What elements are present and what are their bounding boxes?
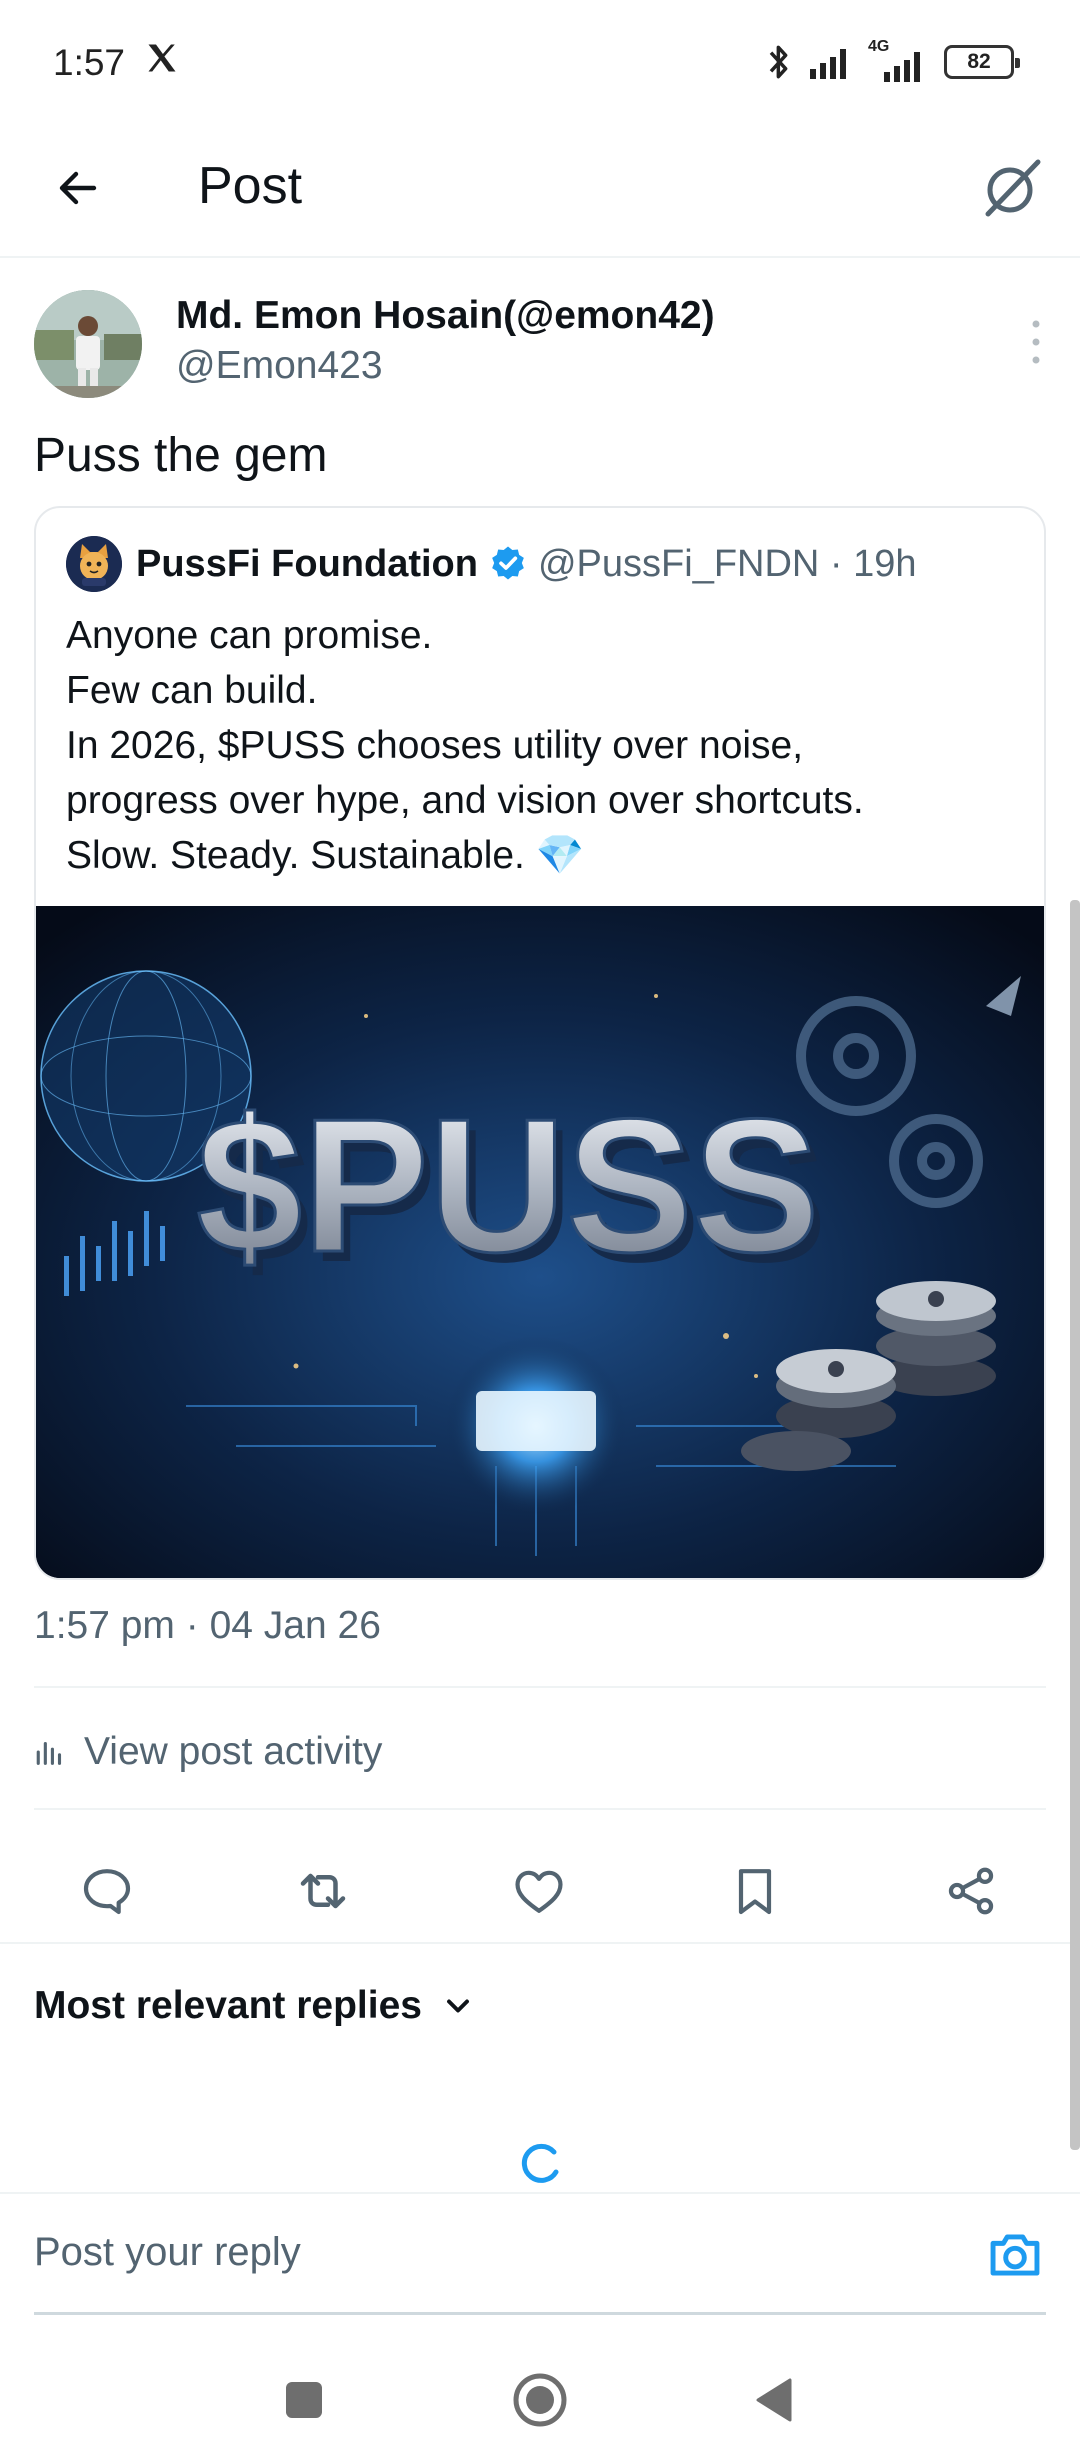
page-title: Post	[198, 157, 303, 215]
back-arrow-icon	[59, 171, 97, 205]
reply-composer: Post your reply	[0, 2192, 1080, 2318]
status-icons: 4G 82	[764, 38, 1020, 82]
grok-button[interactable]	[978, 154, 1046, 222]
status-bar: 1:57 4G 82	[0, 0, 1080, 128]
system-nav-bar	[0, 2340, 1080, 2460]
scrollbar[interactable]	[1070, 900, 1080, 2150]
quoted-post[interactable]: PussFi Foundation @PussFi_FNDN · 19h Any…	[34, 506, 1046, 1580]
signal-icon	[810, 49, 846, 79]
share-button[interactable]	[938, 1858, 1004, 1924]
post-actions	[0, 1836, 1080, 1946]
back-button[interactable]	[48, 158, 108, 218]
author-handle[interactable]: @Emon423	[176, 344, 383, 388]
quoted-avatar	[66, 536, 122, 592]
post-text: Puss the gem	[34, 429, 328, 482]
quoted-handle-time: @PussFi_FNDN · 19h	[537, 542, 917, 585]
quoted-line: Slow. Steady. Sustainable. 💎	[66, 834, 585, 877]
status-time: 1:57	[53, 42, 126, 83]
battery-icon: 82	[944, 45, 1020, 79]
more-options-button[interactable]	[1026, 312, 1046, 372]
analytics-icon	[36, 1741, 62, 1765]
grok-icon	[985, 159, 1041, 217]
loading-spinner-icon	[521, 2143, 559, 2183]
like-icon	[515, 1870, 563, 1913]
quoted-post-text: Anyone can promise. Few can build. In 20…	[66, 608, 1016, 883]
bookmark-button[interactable]	[722, 1858, 788, 1924]
divider	[0, 1942, 1080, 1944]
more-vertical-icon	[1032, 320, 1040, 364]
recents-icon	[286, 2382, 322, 2418]
image-title: $PUSS	[196, 1080, 819, 1292]
recents-button[interactable]	[272, 2368, 336, 2432]
verified-badge-icon	[492, 546, 524, 580]
reply-icon	[83, 1869, 131, 1915]
quoted-line: In 2026, $PUSS chooses utility over nois…	[66, 724, 804, 767]
quoted-post-header: PussFi Foundation @PussFi_FNDN · 19h	[66, 534, 917, 594]
chevron-down-icon	[447, 1999, 469, 2013]
post-author: Md. Emon Hosain(@emon42) @Emon423	[34, 290, 1046, 402]
x-logo-icon	[148, 44, 176, 72]
like-button[interactable]	[506, 1858, 572, 1924]
divider	[34, 1808, 1046, 1810]
share-icon	[948, 1867, 994, 1915]
avatar[interactable]	[34, 290, 142, 398]
camera-icon	[990, 2234, 1040, 2276]
top-app-bar: Post	[0, 128, 1080, 258]
divider	[34, 1686, 1046, 1688]
reply-button[interactable]	[74, 1858, 140, 1924]
bluetooth-icon	[769, 45, 788, 79]
quoted-line: Anyone can promise.	[66, 614, 433, 657]
camera-button[interactable]	[984, 2224, 1046, 2286]
battery-level: 82	[967, 50, 991, 73]
back-triangle-icon	[756, 2378, 792, 2422]
view-post-activity-link[interactable]: View post activity	[34, 1722, 382, 1782]
view-post-activity-label: View post activity	[84, 1730, 383, 1773]
mobile-data-icon: 4G	[868, 38, 930, 82]
reply-input[interactable]: Post your reply	[34, 2230, 301, 2275]
bookmark-icon	[738, 1869, 772, 1915]
home-icon	[513, 2373, 567, 2427]
reply-underline	[34, 2312, 1046, 2315]
repost-button[interactable]	[290, 1858, 356, 1924]
post-timestamp: 1:57 pm · 04 Jan 26	[34, 1604, 381, 1647]
author-name[interactable]: Md. Emon Hosain(@emon42)	[176, 294, 715, 338]
back-nav-button[interactable]	[742, 2368, 806, 2432]
repost-icon	[300, 1873, 346, 1909]
quoted-line: progress over hype, and vision over shor…	[66, 779, 864, 822]
home-button[interactable]	[508, 2368, 572, 2432]
quoted-line: Few can build.	[66, 669, 318, 712]
replies-sort-label: Most relevant replies	[34, 1984, 422, 2027]
quoted-post-image[interactable]: $PUSS $PUSS	[36, 906, 1044, 1578]
replies-sort-dropdown[interactable]: Most relevant replies	[34, 1976, 476, 2036]
quoted-author-name: PussFi Foundation	[136, 542, 478, 585]
